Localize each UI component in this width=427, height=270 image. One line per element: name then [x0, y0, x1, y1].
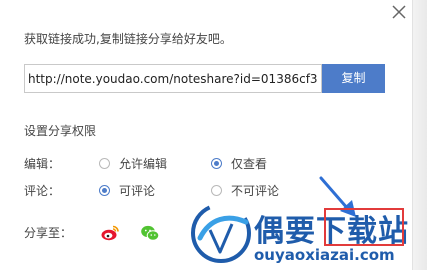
radio-circle-checked	[99, 185, 110, 196]
radio-label: 可评论	[119, 184, 156, 198]
wechat-icon[interactable]	[140, 223, 160, 243]
edit-permission-label: 编辑：	[24, 157, 61, 171]
comment-permission-label: 评论：	[24, 184, 61, 198]
radio-circle	[211, 185, 222, 196]
radio-no-comment[interactable]: 不可评论	[211, 182, 279, 199]
radio-circle	[99, 158, 110, 169]
close-icon[interactable]	[389, 2, 409, 22]
radio-circle-checked	[211, 158, 222, 169]
radio-allow-edit[interactable]: 允许编辑	[99, 155, 167, 172]
weibo-icon[interactable]	[100, 223, 120, 243]
radio-view-only[interactable]: 仅查看	[211, 155, 267, 172]
radio-label: 不可评论	[231, 184, 280, 198]
copy-button[interactable]: 复制	[322, 64, 385, 93]
radio-allow-comment[interactable]: 可评论	[99, 182, 155, 199]
watermark-logo-icon	[191, 203, 251, 263]
share-dialog: 获取链接成功,复制链接分享给好友吧。 复制 设置分享权限 编辑： 允许编辑 仅查…	[0, 0, 427, 270]
success-message: 获取链接成功,复制链接分享给好友吧。	[24, 32, 232, 46]
radio-label: 仅查看	[231, 157, 268, 171]
watermark-url: ouyaoxiazai.com	[254, 246, 395, 264]
radio-label: 允许编辑	[119, 157, 168, 171]
share-to-label: 分享至：	[24, 226, 73, 240]
watermark-highlight-box	[324, 208, 404, 246]
watermark: 偶要下载站 ouyaoxiazai.com	[182, 198, 427, 270]
permission-section-title: 设置分享权限	[24, 124, 97, 138]
share-link-input[interactable]	[24, 64, 322, 93]
